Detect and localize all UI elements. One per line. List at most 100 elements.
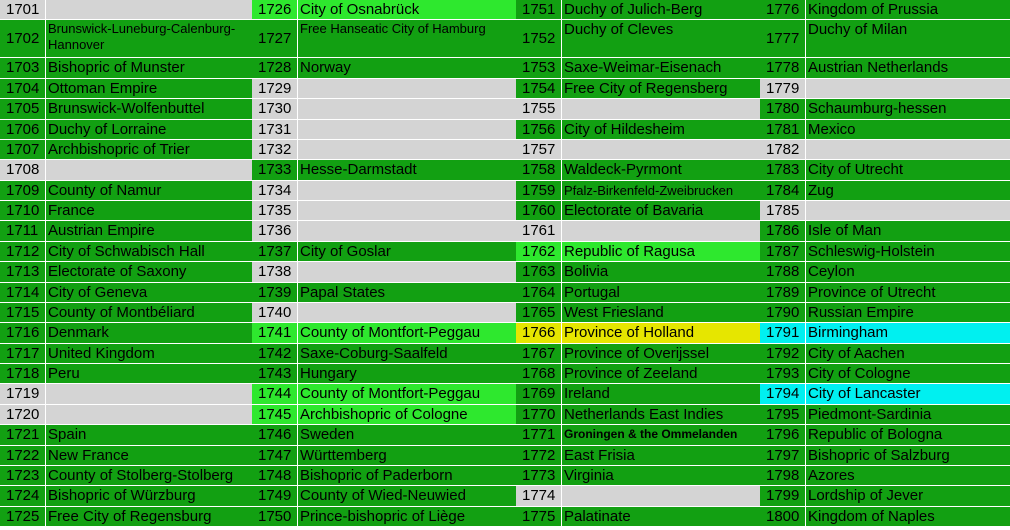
entity-name-cell[interactable]: Sweden [298,425,516,444]
entity-name-cell[interactable]: Palatinate [562,507,760,526]
entity-name-cell[interactable]: Norway [298,58,516,77]
year-cell[interactable]: 1709 [0,180,46,200]
year-cell[interactable]: 1792 [760,343,806,363]
table-row[interactable]: 1742 Saxe-Coburg-Saalfeld [252,343,516,364]
entity-name-cell[interactable]: City of Osnabrück [298,0,516,19]
year-cell[interactable]: 1749 [252,486,298,506]
table-row[interactable]: 1708 [0,160,252,181]
table-row[interactable]: 1781 Mexico [760,119,1010,140]
entity-name-cell[interactable]: Archbishopric of Cologne [298,405,516,424]
entity-name-cell[interactable]: New France [46,446,252,465]
entity-name-cell[interactable]: Russian Empire [806,303,1010,322]
table-row[interactable]: 1778 Austrian Netherlands [760,58,1010,79]
year-cell[interactable]: 1763 [516,262,562,282]
table-row[interactable]: 1779 [760,78,1010,100]
year-cell[interactable]: 1735 [252,201,298,221]
year-cell[interactable]: 1793 [760,364,806,384]
year-cell[interactable]: 1794 [760,384,806,404]
entity-name-cell[interactable]: City of Schwabisch Hall [46,242,252,261]
entity-name-cell[interactable]: Republic of Bologna [806,425,1010,444]
table-row[interactable]: 1747 Württemberg [252,445,516,466]
table-row[interactable]: 1772 East Frisia [516,445,760,466]
table-row[interactable]: 1741 County of Montfort-Peggau [252,323,516,344]
entity-name-cell[interactable]: Lordship of Jever [806,486,1010,505]
entity-name-cell[interactable]: Free City of Regensburg [46,507,252,526]
table-row[interactable]: 1709 County of Namur [0,180,252,201]
entity-name-cell[interactable] [806,140,1010,159]
table-row[interactable]: 1727 Free Hanseatic City of Hamburg [252,20,516,59]
table-row[interactable]: 1788 Ceylon [760,262,1010,283]
entity-name-cell[interactable]: Bishopric of Würzburg [46,486,252,505]
table-row[interactable]: 1790 Russian Empire [760,302,1010,324]
year-cell[interactable]: 1755 [516,99,562,119]
year-cell[interactable]: 1727 [252,20,298,58]
year-cell[interactable]: 1769 [516,384,562,404]
year-cell[interactable]: 1776 [760,0,806,20]
table-row[interactable]: 1734 [252,180,516,201]
year-cell[interactable]: 1726 [252,0,298,20]
year-cell[interactable]: 1721 [0,425,46,445]
table-row[interactable]: 1796 Republic of Bologna [760,425,1010,446]
entity-name-cell[interactable]: Mexico [806,120,1010,139]
year-cell[interactable]: 1741 [252,323,298,343]
entity-name-cell[interactable]: Saxe-Coburg-Saalfeld [298,344,516,363]
year-cell[interactable]: 1719 [0,384,46,404]
year-cell[interactable]: 1715 [0,302,46,323]
year-cell[interactable]: 1708 [0,160,46,180]
year-cell[interactable]: 1779 [760,78,806,99]
entity-name-cell[interactable] [562,486,760,505]
year-cell[interactable]: 1714 [0,282,46,302]
year-cell[interactable]: 1787 [760,241,806,262]
table-row[interactable]: 1782 [760,139,1010,161]
table-row[interactable]: 1754 Free City of Regensberg [516,78,760,100]
entity-name-cell[interactable]: Province of Zeeland [562,364,760,383]
table-row[interactable]: 1752 Duchy of Cleves [516,20,760,59]
table-row[interactable]: 1750 Prince-bishopric of Liège [252,506,516,527]
entity-name-cell[interactable]: City of Lancaster [806,384,1010,403]
table-row[interactable]: 1726 City of Osnabrück [252,0,516,21]
table-row[interactable]: 1728 Norway [252,58,516,79]
year-cell[interactable]: 1759 [516,180,562,200]
entity-name-cell[interactable]: Bolivia [562,262,760,281]
table-row[interactable]: 1712 City of Schwabisch Hall [0,241,252,263]
year-cell[interactable]: 1799 [760,486,806,506]
table-row[interactable]: 1766 Province of Holland [516,323,760,344]
year-cell[interactable]: 1711 [0,221,46,241]
year-cell[interactable]: 1702 [0,20,46,58]
table-row[interactable]: 1768 Province of Zeeland [516,364,760,385]
table-row[interactable]: 1731 [252,119,516,140]
table-row[interactable]: 1722 New France [0,445,252,466]
table-row[interactable]: 1759 Pfalz-Birkenfeld-Zweibrucken [516,180,760,201]
year-cell[interactable]: 1725 [0,506,46,526]
year-cell[interactable]: 1742 [252,343,298,363]
entity-name-cell[interactable]: County of Namur [46,181,252,200]
table-row[interactable]: 1748 Bishopric of Paderborn [252,465,516,487]
table-row[interactable]: 1730 [252,99,516,120]
entity-name-cell[interactable]: County of Stolberg-Stolberg [46,466,252,485]
year-cell[interactable]: 1758 [516,160,562,180]
entity-name-cell[interactable]: City of Goslar [298,242,516,261]
year-cell[interactable]: 1747 [252,445,298,465]
table-row[interactable]: 1780 Schaumburg-hessen [760,99,1010,120]
table-row[interactable]: 1723 County of Stolberg-Stolberg [0,465,252,487]
entity-name-cell[interactable]: Schleswig-Holstein [806,242,1010,261]
entity-name-cell[interactable]: County of Wied-Neuwied [298,486,516,505]
entity-name-cell[interactable]: County of Montfort-Peggau [298,323,516,342]
entity-name-cell[interactable]: Piedmont-Sardinia [806,405,1010,424]
entity-name-cell[interactable]: Electorate of Bavaria [562,201,760,220]
entity-name-cell[interactable]: Pfalz-Birkenfeld-Zweibrucken [562,181,760,200]
entity-name-cell[interactable]: Electorate of Saxony [46,262,252,281]
year-cell[interactable]: 1723 [0,465,46,486]
table-row[interactable]: 1771 Groningen & the Ommelanden [516,425,760,446]
year-cell[interactable]: 1795 [760,404,806,425]
entity-name-cell[interactable]: City of Hildesheim [562,120,760,139]
entity-name-cell[interactable]: Free Hanseatic City of Hamburg [298,20,516,57]
table-row[interactable]: 1774 [516,486,760,507]
entity-name-cell[interactable] [298,262,516,281]
year-cell[interactable]: 1744 [252,384,298,404]
table-row[interactable]: 1751 Duchy of Julich-Berg [516,0,760,21]
entity-name-cell[interactable]: Denmark [46,323,252,342]
year-cell[interactable]: 1738 [252,262,298,282]
table-row[interactable]: 1715 County of Montbéliard [0,302,252,324]
table-row[interactable]: 1745 Archbishopric of Cologne [252,404,516,426]
